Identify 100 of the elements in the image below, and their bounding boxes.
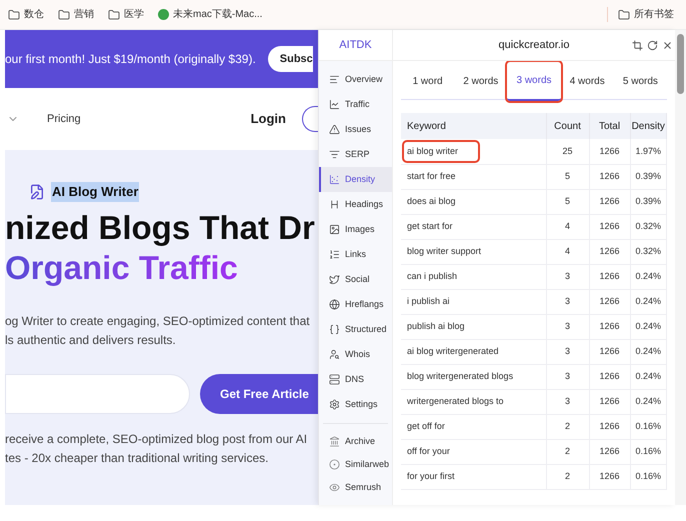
crop-icon[interactable] [632,40,643,50]
input-field[interactable] [5,374,190,414]
table-cell: 1266 [599,346,620,356]
sidebar-item[interactable]: Archive [319,430,392,453]
tab[interactable]: 5 words [614,64,668,99]
bookmark-link[interactable]: 医学 [124,7,144,22]
table-cell-text: blog writer support [406,244,482,258]
bookmark-link[interactable]: 所有书签 [634,7,674,22]
table-cell: 1266 [599,320,620,331]
table-cell: 0.24% [635,396,662,406]
bookmark-link[interactable]: 营销 [74,7,94,22]
tab[interactable]: 4 words [560,64,614,99]
circle-icon [329,459,340,470]
column-header: Total [589,113,630,139]
filter-list-icon [329,149,340,160]
table-cell: 1266 [599,420,620,431]
folder-icon [108,8,120,20]
folder-icon [58,8,70,20]
table-cell: 3 [564,396,570,406]
table-cell-text: can i publish [406,270,458,283]
table-cell: 2 [564,470,570,481]
table-cell-text: i publish ai [406,294,451,308]
lines-icon [329,74,340,85]
table-cell: 1266 [599,446,620,456]
table-cell: 1266 [599,296,620,306]
table-cell: 0.24% [635,270,662,281]
table-cell: 5 [564,170,570,181]
hero-note: tes - 20x cheaper than traditional writing services. [5,450,270,466]
globe-icon [329,299,340,310]
bookmark-link[interactable]: 数仓 [24,7,44,22]
table-cell: 0.24% [635,370,662,381]
table-cell: 25 [562,146,572,156]
login-link[interactable]: Login [250,109,286,129]
site-logo-icon [158,9,169,20]
folder-icon [618,8,630,20]
sidebar-item[interactable]: Images [319,217,392,242]
tab[interactable]: 1 word [401,64,454,99]
sidebar-item[interactable]: Similarweb [319,453,392,476]
sidebar-item[interactable]: Whois [319,342,392,367]
table-cell: 1266 [599,170,620,181]
document-pen-icon [29,184,45,200]
table-cell: 2 [564,446,570,456]
subscribe-button[interactable]: Subsc [268,46,313,72]
folder-icon [8,8,20,20]
table-cell: 5 [564,196,570,206]
sidebar-item[interactable]: Headings [319,192,392,217]
heading-icon [329,199,340,210]
bookmark-link[interactable]: 未来mac下载-Mac... [173,7,262,22]
sidebar-item[interactable]: Semrush [319,476,392,499]
scrollbar[interactable] [675,30,686,505]
get-free-article-button[interactable]: Get Free Article [200,374,318,414]
table-cell: 1266 [599,396,620,406]
settings-icon [329,399,340,410]
close-icon[interactable] [662,40,673,50]
sidebar-item[interactable]: DNS [319,367,392,392]
user-search-icon [329,349,340,360]
site-name: quickcreator.io [498,38,570,53]
nav-link[interactable]: Pricing [47,110,81,128]
image-icon [329,224,340,235]
eye-icon [329,482,340,493]
sidebar-item[interactable]: Hreflangs [319,292,392,317]
table-cell: ai blog writer [404,142,478,161]
sidebar-item[interactable]: Traffic [319,92,392,117]
table-cell: 1266 [599,470,620,481]
table-cell-text: off for your [406,444,451,458]
sidebar-item[interactable]: SERP [319,142,392,167]
table-cell-text: get off for [406,420,446,433]
sidebar-item[interactable]: Issues [319,117,392,142]
sidebar-item[interactable]: Structured [319,317,392,342]
server-icon [329,374,340,385]
column-header: Density [630,113,666,139]
table-cell: 0.16% [635,420,662,431]
table-cell: 1266 [599,270,620,281]
table-cell-text: for your first [406,470,456,483]
table-cell: 3 [564,270,570,281]
scatter-chart-icon [329,174,340,185]
sidebar-item[interactable]: Overview [319,67,392,92]
table-cell: 0.24% [635,346,662,356]
sidebar-item[interactable]: Social [319,267,392,292]
columns-building-icon [329,436,340,447]
table-cell: 4 [564,246,570,256]
table-cell: 0.39% [635,196,662,206]
tab[interactable]: 2 words [454,64,508,99]
hero-description: ls authentic and delivers results. [5,332,177,348]
table-cell-text: blog writergenerated blogs [406,370,514,383]
bird-icon [329,274,340,285]
sidebar-item[interactable]: Density [319,167,392,192]
refresh-icon[interactable] [647,40,658,50]
braces-icon [329,324,340,335]
table-cell: 4 [564,220,570,231]
tab[interactable]: 3 words [507,62,561,101]
hero-description: og Writer to create engaging, SEO-optimized content that [5,312,311,330]
sidebar-item[interactable]: Links [319,242,392,267]
list-icon [329,249,340,260]
table-cell: 0.24% [635,296,662,306]
sidebar-item[interactable]: Settings [319,392,392,417]
table-cell-text: publish ai blog [406,320,466,333]
table-cell-text: writergenerated blogs to [406,394,505,408]
table-cell-text: start for free [406,170,457,183]
table-cell: 3 [564,320,570,331]
